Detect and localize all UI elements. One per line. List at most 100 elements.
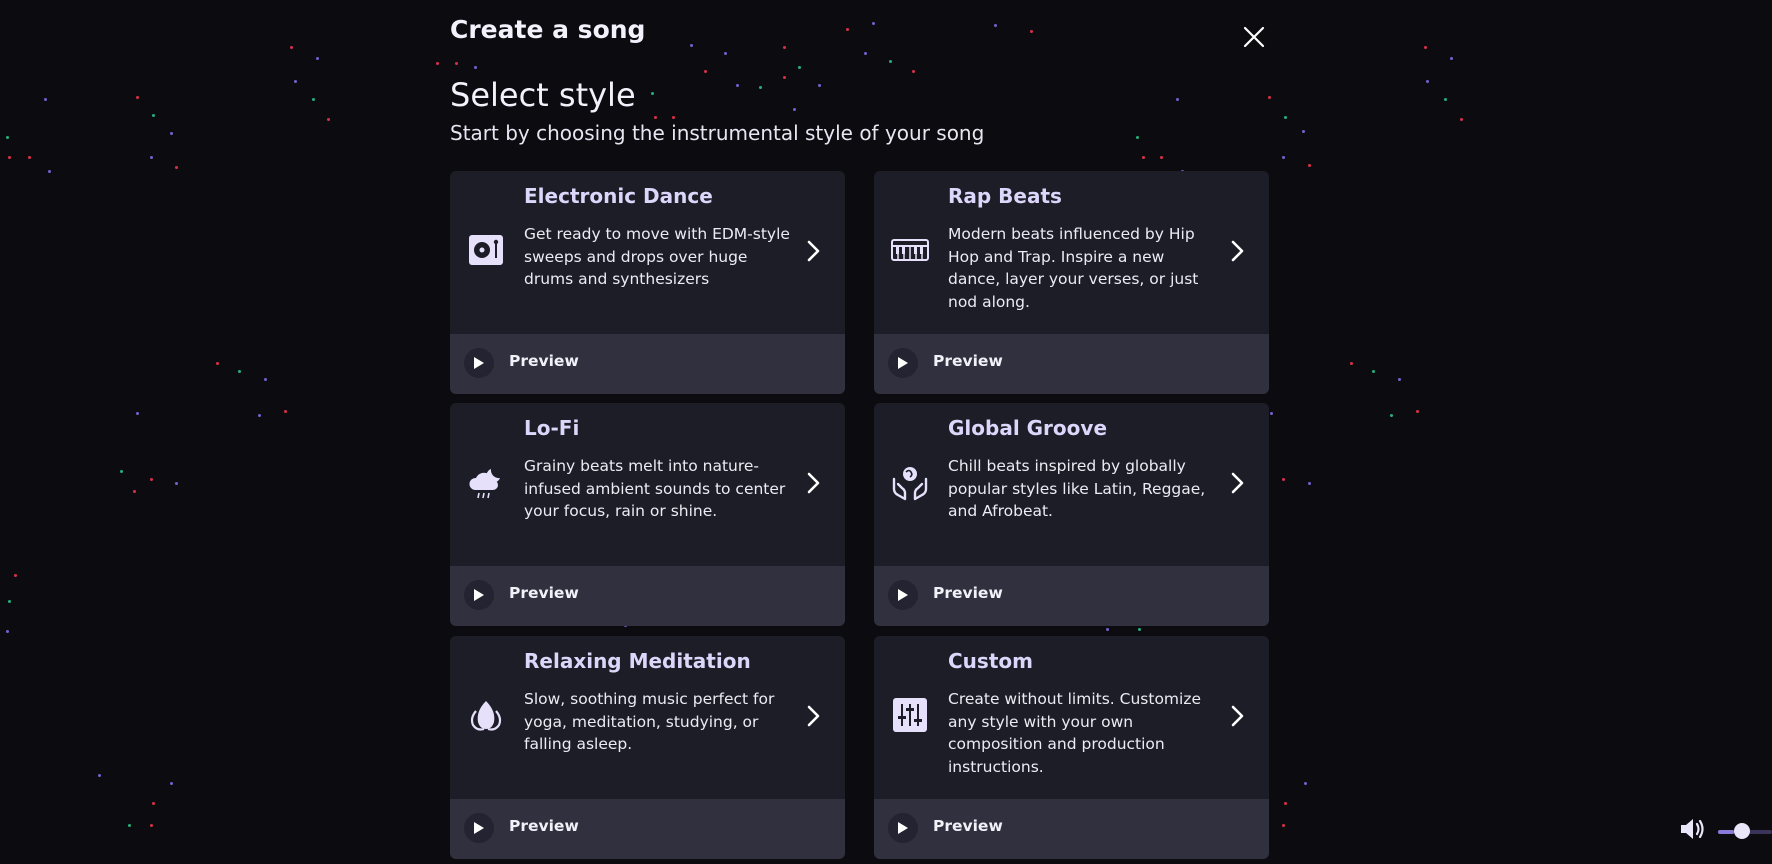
star-dot bbox=[1282, 156, 1285, 159]
star-dot bbox=[98, 774, 101, 777]
volume-button[interactable] bbox=[1679, 816, 1707, 842]
style-card-select[interactable]: Electronic Dance Get ready to move with … bbox=[450, 171, 845, 334]
chevron-right-icon bbox=[1225, 239, 1249, 263]
preview-button[interactable]: Preview bbox=[450, 566, 845, 626]
star-dot bbox=[864, 52, 867, 55]
star-dot bbox=[455, 62, 458, 65]
star-dot bbox=[284, 410, 287, 413]
style-card-description: Slow, soothing music perfect for yoga, m… bbox=[524, 690, 775, 753]
star-dot bbox=[724, 52, 727, 55]
star-dot bbox=[136, 96, 139, 99]
preview-label: Preview bbox=[933, 352, 1003, 370]
star-dot bbox=[133, 490, 136, 493]
star-dot bbox=[793, 108, 796, 111]
style-card-select[interactable]: Custom Create without limits. Customize … bbox=[874, 636, 1269, 799]
star-dot bbox=[258, 414, 261, 417]
star-dot bbox=[128, 824, 131, 827]
style-card-select[interactable]: Lo-Fi Grainy beats melt into nature-infu… bbox=[450, 403, 845, 566]
play-icon bbox=[888, 580, 918, 610]
star-dot bbox=[238, 370, 241, 373]
star-dot bbox=[759, 86, 762, 89]
star-dot bbox=[1424, 46, 1427, 49]
star-dot bbox=[889, 60, 892, 63]
star-dot bbox=[1176, 98, 1179, 101]
star-dot bbox=[783, 76, 786, 79]
turntable-icon bbox=[467, 231, 505, 269]
preview-label: Preview bbox=[509, 584, 579, 602]
star-dot bbox=[14, 574, 17, 577]
star-dot bbox=[327, 118, 330, 121]
play-icon bbox=[464, 813, 494, 843]
preview-label: Preview bbox=[933, 817, 1003, 835]
style-card-select[interactable]: Relaxing Meditation Slow, soothing music… bbox=[450, 636, 845, 799]
style-card-title: Global Groove bbox=[948, 416, 1108, 440]
style-card-select[interactable]: Rap Beats Modern beats influenced by Hip… bbox=[874, 171, 1269, 334]
lotus-icon bbox=[467, 696, 505, 734]
volume-slider-fill bbox=[1718, 830, 1735, 834]
star-dot bbox=[1350, 362, 1353, 365]
star-dot bbox=[175, 482, 178, 485]
play-icon bbox=[888, 348, 918, 378]
star-dot bbox=[798, 66, 801, 69]
close-button[interactable] bbox=[1241, 24, 1267, 50]
play-icon bbox=[464, 348, 494, 378]
preview-button[interactable]: Preview bbox=[874, 334, 1269, 394]
star-dot bbox=[28, 156, 31, 159]
star-dot bbox=[1444, 98, 1447, 101]
star-dot bbox=[8, 156, 11, 159]
style-card-description: Modern beats influenced by Hip Hop and T… bbox=[948, 225, 1199, 311]
style-card-description: Chill beats inspired by globally popular… bbox=[948, 457, 1206, 520]
style-card-rap-beats: Rap Beats Modern beats influenced by Hip… bbox=[874, 171, 1269, 394]
star-dot bbox=[1268, 96, 1271, 99]
star-dot bbox=[264, 378, 267, 381]
sliders-icon bbox=[891, 696, 929, 734]
star-dot bbox=[1142, 156, 1145, 159]
volume-slider-thumb[interactable] bbox=[1734, 823, 1750, 839]
star-dot bbox=[704, 70, 707, 73]
star-dot bbox=[150, 478, 153, 481]
cloud-rain-icon bbox=[467, 463, 505, 501]
star-dot bbox=[216, 362, 219, 365]
star-dot bbox=[1106, 628, 1109, 631]
star-dot bbox=[44, 98, 47, 101]
star-dot bbox=[170, 132, 173, 135]
star-dot bbox=[1398, 378, 1401, 381]
star-dot bbox=[8, 600, 11, 603]
star-dot bbox=[783, 46, 786, 49]
star-dot bbox=[170, 782, 173, 785]
preview-button[interactable]: Preview bbox=[874, 799, 1269, 859]
star-dot bbox=[736, 84, 739, 87]
star-dot bbox=[994, 24, 997, 27]
style-card-title: Rap Beats bbox=[948, 184, 1062, 208]
star-dot bbox=[150, 824, 153, 827]
star-dot bbox=[1282, 478, 1285, 481]
style-card-electronic-dance: Electronic Dance Get ready to move with … bbox=[450, 171, 845, 394]
star-dot bbox=[1460, 118, 1463, 121]
style-card-title: Custom bbox=[948, 649, 1033, 673]
style-card-custom: Custom Create without limits. Customize … bbox=[874, 636, 1269, 859]
create-song-dialog: Create a song Select style Start by choo… bbox=[0, 0, 1772, 864]
preview-button[interactable]: Preview bbox=[874, 566, 1269, 626]
style-card-select[interactable]: Global Groove Chill beats inspired by gl… bbox=[874, 403, 1269, 566]
star-dot bbox=[818, 84, 821, 87]
style-card-lo-fi: Lo-Fi Grainy beats melt into nature-infu… bbox=[450, 403, 845, 626]
section-title: Select style bbox=[450, 76, 636, 114]
preview-button[interactable]: Preview bbox=[450, 799, 845, 859]
preview-label: Preview bbox=[509, 817, 579, 835]
star-dot bbox=[294, 80, 297, 83]
star-dot bbox=[136, 412, 139, 415]
preview-label: Preview bbox=[509, 352, 579, 370]
chevron-right-icon bbox=[1225, 704, 1249, 728]
star-dot bbox=[672, 116, 675, 119]
play-icon bbox=[888, 813, 918, 843]
star-dot bbox=[6, 136, 9, 139]
star-dot bbox=[846, 28, 849, 31]
star-dot bbox=[312, 98, 315, 101]
dialog-title: Create a song bbox=[450, 15, 646, 44]
star-dot bbox=[120, 470, 123, 473]
star-dot bbox=[1270, 412, 1273, 415]
preview-button[interactable]: Preview bbox=[450, 334, 845, 394]
star-dot bbox=[1416, 410, 1419, 413]
style-card-title: Relaxing Meditation bbox=[524, 649, 751, 673]
preview-label: Preview bbox=[933, 584, 1003, 602]
